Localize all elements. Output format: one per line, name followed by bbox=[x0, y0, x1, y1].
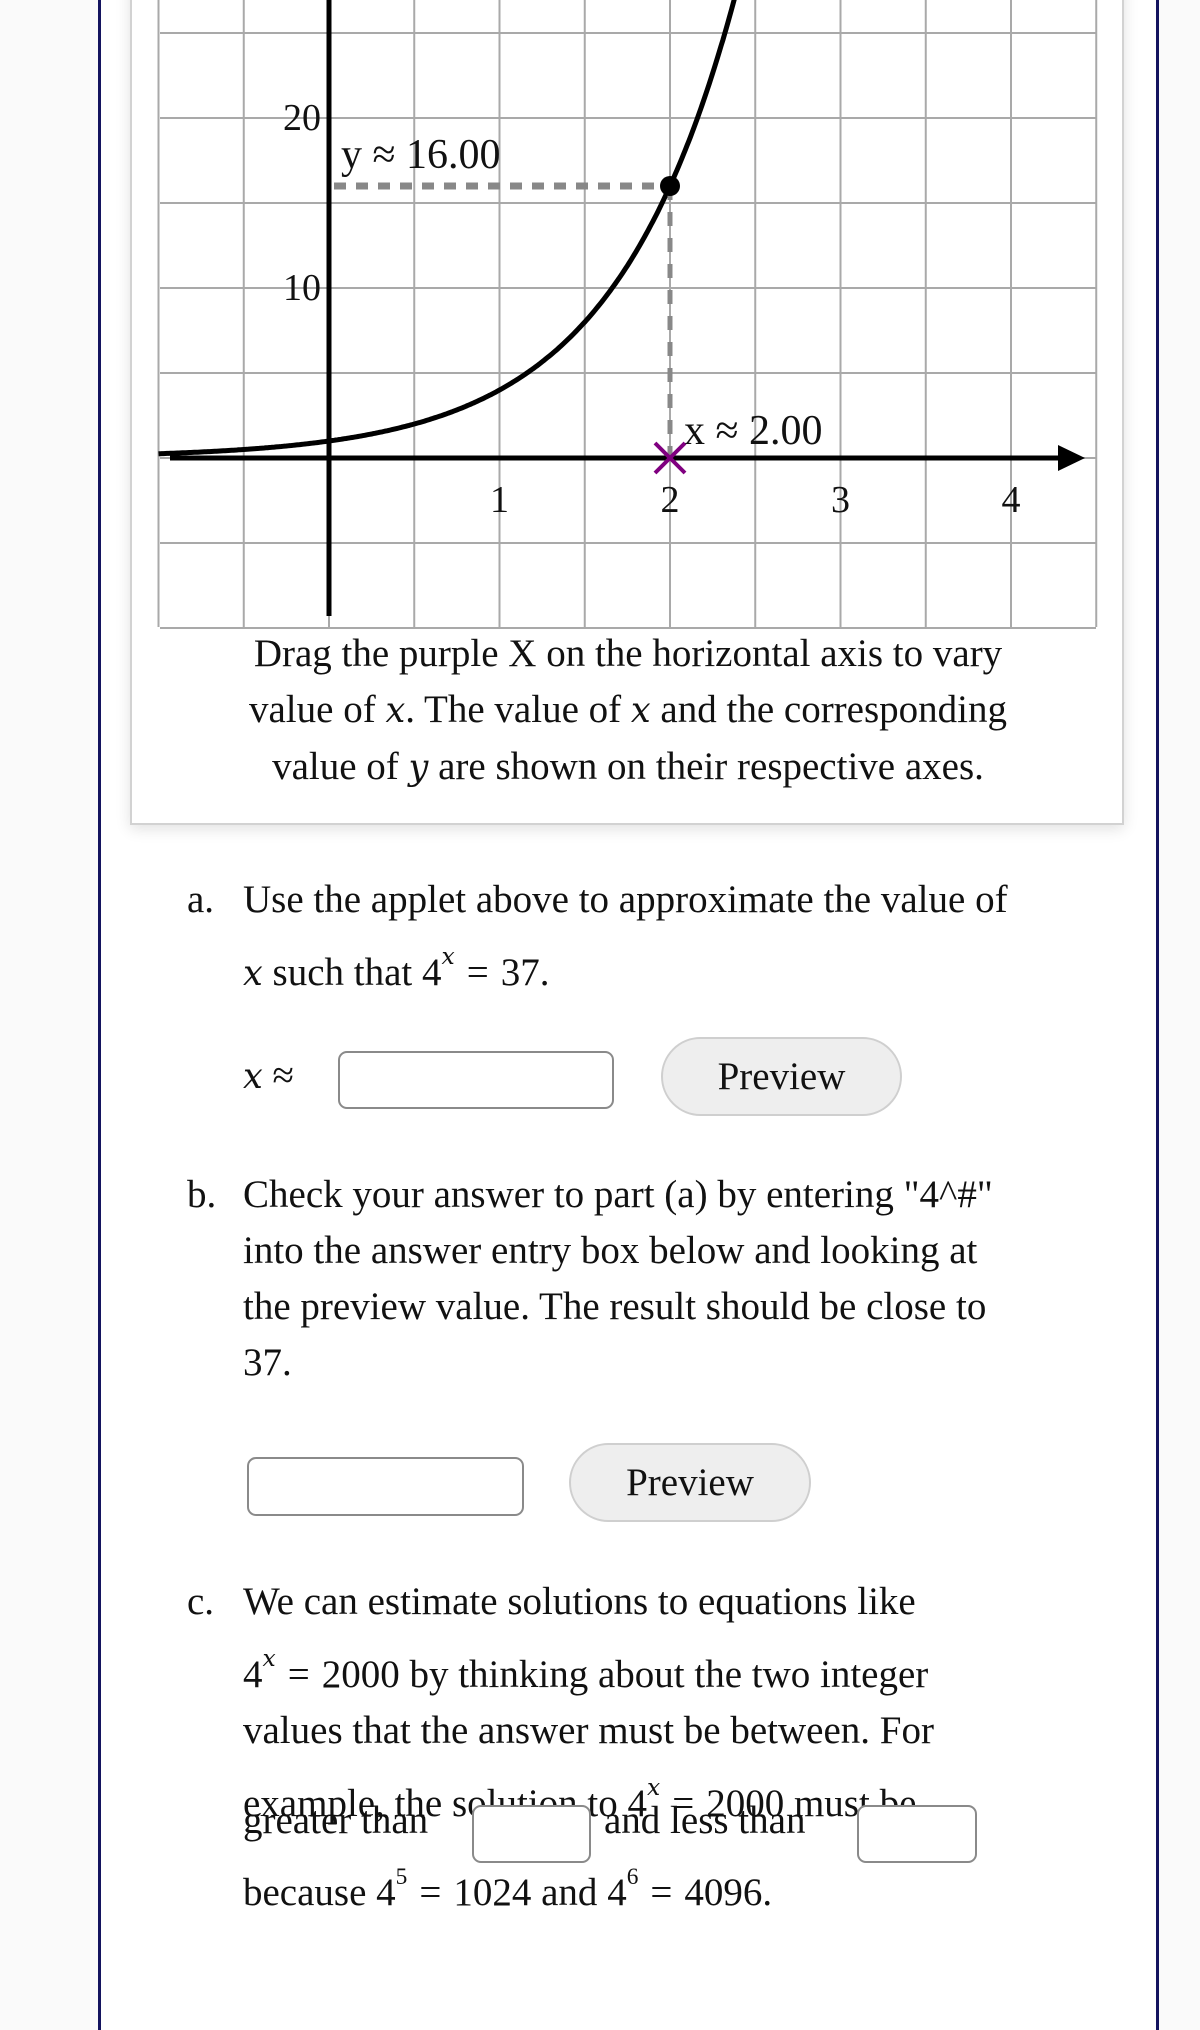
math-base: 4 bbox=[376, 1871, 396, 1915]
answer-b-input[interactable] bbox=[247, 1457, 524, 1516]
part-c-text: We can estimate solutions to equations l… bbox=[243, 1574, 1123, 1832]
preview-a-button[interactable]: Preview bbox=[661, 1037, 902, 1116]
math-exponent: 5 bbox=[395, 1864, 408, 1890]
text: such that bbox=[262, 951, 423, 995]
x-tick-label: 2 bbox=[661, 479, 680, 521]
x-axis-arrow-icon bbox=[1058, 445, 1085, 471]
part-b-text: Check your answer to part (a) by enterin… bbox=[243, 1167, 1123, 1391]
applet-caption: Drag the purple X on the horizontal axis… bbox=[130, 626, 1126, 796]
y-readout: y ≈ 16.00 bbox=[341, 132, 501, 178]
part-c-greater-than-label: greater than bbox=[243, 1799, 429, 1842]
part-b-line-4: 37. bbox=[243, 1341, 292, 1384]
text: 4096. bbox=[684, 1871, 773, 1915]
math-var-x: x bbox=[243, 1056, 263, 1097]
caption-line-1: Drag the purple X on the horizontal axis… bbox=[253, 632, 1003, 675]
caption-text: value of bbox=[249, 688, 386, 731]
math-base: 4 bbox=[422, 951, 442, 995]
x-readout: x ≈ 2.00 bbox=[684, 408, 823, 454]
math-equals: = bbox=[287, 1653, 310, 1697]
x-tick-label: 3 bbox=[831, 479, 850, 521]
part-b-line-1: Check your answer to part (a) by enterin… bbox=[243, 1173, 993, 1216]
text: 1024 and bbox=[453, 1871, 608, 1915]
math-exponent: x bbox=[441, 942, 455, 970]
marks: y ≈ 16.00 x ≈ 2.00 bbox=[158, 0, 823, 475]
caption-text: . The value of bbox=[405, 688, 631, 731]
exponential-graph: 1 2 3 4 10 20 y ≈ 16.00 x ≈ 2.00 bbox=[157, 0, 1098, 629]
math-value: 37. bbox=[500, 951, 550, 995]
answer-a-label: x ≈ bbox=[243, 1053, 294, 1098]
caption-line-2: value of x. The value of x and the corre… bbox=[130, 682, 1126, 739]
part-b-line-2: into the answer entry box below and look… bbox=[243, 1229, 978, 1272]
math-exponent: 6 bbox=[626, 1864, 639, 1890]
lower-bound-input[interactable] bbox=[472, 1805, 591, 1863]
preview-b-button[interactable]: Preview bbox=[569, 1443, 811, 1522]
part-a-text: Use the applet above to approximate the … bbox=[243, 872, 1123, 1002]
math-exponent: x bbox=[647, 1773, 661, 1802]
part-c-line-1: We can estimate solutions to equations l… bbox=[243, 1580, 916, 1623]
text: because bbox=[243, 1871, 377, 1915]
x-tick-label: 1 bbox=[490, 479, 509, 521]
part-c-marker: c. bbox=[187, 1580, 215, 1623]
part-c-less-than-label: and less than bbox=[604, 1799, 806, 1842]
part-a-marker: a. bbox=[187, 878, 215, 921]
math-var-y: y bbox=[408, 747, 429, 788]
exponential-curve bbox=[158, 0, 737, 457]
upper-bound-input[interactable] bbox=[857, 1805, 977, 1863]
part-c-line-3: values that the answer must be between. … bbox=[243, 1709, 934, 1753]
caption-text: and the corresponding bbox=[650, 688, 1007, 731]
text: 2000 by thinking about the two integer bbox=[321, 1653, 929, 1697]
part-b-line-3: the preview value. The result should be … bbox=[243, 1285, 987, 1328]
part-a-line-2: x such that 4x = 37. bbox=[243, 928, 1123, 1002]
caption-text: are shown on their respective axes. bbox=[428, 745, 984, 788]
curve-point bbox=[660, 176, 680, 196]
grid bbox=[157, 0, 1098, 629]
math-equals: = bbox=[419, 1871, 442, 1915]
x-tick-label: 4 bbox=[1002, 479, 1021, 521]
answer-a-input[interactable] bbox=[338, 1051, 614, 1109]
math-exponent: x bbox=[262, 1644, 276, 1672]
math-var-x: x bbox=[630, 690, 651, 731]
part-c-line-6: because 45 = 1024 and 46 = 4096. bbox=[243, 1864, 772, 1915]
caption-text: value of bbox=[272, 745, 409, 788]
y-tick-label: 20 bbox=[283, 97, 321, 139]
part-b-marker: b. bbox=[187, 1173, 217, 1216]
caption-line-3: value of y are shown on their respective… bbox=[130, 739, 1126, 796]
y-tick-label: 10 bbox=[283, 267, 321, 309]
part-a-line-1: Use the applet above to approximate the … bbox=[243, 878, 1008, 921]
math-equals: = bbox=[650, 1871, 673, 1915]
math-var-x: x bbox=[243, 953, 263, 995]
part-c-line-2: 4x = 2000 by thinking about the two intege… bbox=[243, 1630, 1123, 1703]
math-base: 4 bbox=[243, 1653, 263, 1697]
math-var-x: x bbox=[385, 690, 406, 731]
math-equals: = bbox=[466, 951, 489, 995]
approx-symbol: ≈ bbox=[272, 1054, 294, 1097]
math-base: 4 bbox=[607, 1871, 627, 1915]
